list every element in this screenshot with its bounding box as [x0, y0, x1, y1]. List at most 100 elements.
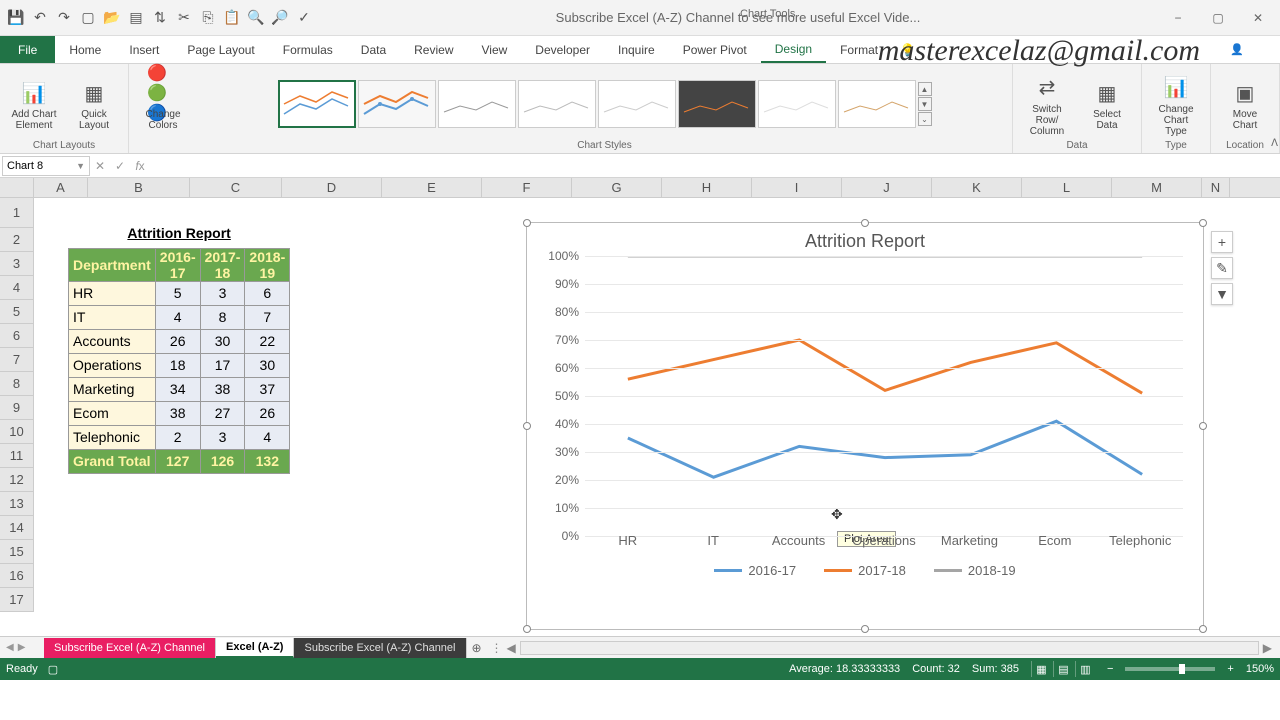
chart-style-1[interactable]: [278, 80, 356, 128]
column-header-A[interactable]: A: [34, 178, 88, 197]
column-header-N[interactable]: N: [1202, 178, 1230, 197]
row-header-11[interactable]: 11: [0, 444, 33, 468]
cut-icon[interactable]: ✂: [176, 10, 192, 26]
sheet-tab-3[interactable]: Subscribe Excel (A-Z) Channel: [294, 638, 466, 658]
chart-style-4[interactable]: [518, 80, 596, 128]
change-chart-type-button[interactable]: 📊 Change Chart Type: [1148, 70, 1204, 139]
column-header-F[interactable]: F: [482, 178, 572, 197]
row-header-2[interactable]: 2: [0, 228, 33, 252]
select-all-button[interactable]: [0, 178, 34, 197]
chart-plus-button[interactable]: +: [1211, 231, 1233, 253]
minimize-button[interactable]: −: [1160, 6, 1196, 30]
zoom-thumb[interactable]: [1179, 664, 1185, 674]
plot-area[interactable]: 0%10%20%30%40%50%60%70%80%90%100% ✥ Plot…: [585, 256, 1183, 536]
redo-icon[interactable]: ↷: [56, 10, 72, 26]
legend-item[interactable]: 2017-18: [824, 563, 906, 578]
name-box[interactable]: Chart 8 ▼: [2, 156, 90, 176]
sheet-nav[interactable]: ◀▶: [0, 642, 44, 653]
quick-layout-button[interactable]: ▦ Quick Layout: [66, 75, 122, 133]
scroll-left-icon[interactable]: ◀: [503, 641, 520, 655]
expand-icon[interactable]: ⌄: [918, 112, 932, 126]
tab-format[interactable]: Format: [826, 36, 892, 63]
accept-icon[interactable]: ✓: [110, 159, 130, 173]
page-layout-icon[interactable]: ▤: [1053, 661, 1073, 677]
tab-inquire[interactable]: Inquire: [604, 36, 669, 63]
row-header-6[interactable]: 6: [0, 324, 33, 348]
row-header-5[interactable]: 5: [0, 300, 33, 324]
zoom-level[interactable]: 150%: [1246, 663, 1274, 675]
scroll-track[interactable]: [520, 641, 1259, 655]
resize-handle[interactable]: [523, 219, 531, 227]
collapse-ribbon-icon[interactable]: ᐱ: [1271, 138, 1278, 149]
chart-title[interactable]: Attrition Report: [527, 223, 1203, 256]
sheet-tab-2[interactable]: Excel (A-Z): [216, 638, 294, 658]
tab-home[interactable]: Home: [55, 36, 115, 63]
column-header-D[interactable]: D: [282, 178, 382, 197]
macro-record-icon[interactable]: ▢: [48, 663, 58, 676]
arrow-up-icon[interactable]: ▲: [918, 82, 932, 96]
column-header-K[interactable]: K: [932, 178, 1022, 197]
undo-icon[interactable]: ↶: [32, 10, 48, 26]
row-header-17[interactable]: 17: [0, 588, 33, 612]
resize-handle[interactable]: [1199, 625, 1207, 633]
chart-style-6[interactable]: [678, 80, 756, 128]
prev-sheet-icon[interactable]: ◀: [6, 642, 14, 653]
tab-data[interactable]: Data: [347, 36, 400, 63]
add-chart-element-button[interactable]: 📊 Add Chart Element: [6, 75, 62, 133]
chart-legend[interactable]: 2016-17 2017-18 2018-19: [527, 563, 1203, 578]
row-header-13[interactable]: 13: [0, 492, 33, 516]
row-header-12[interactable]: 12: [0, 468, 33, 492]
fx-icon[interactable]: fx: [130, 159, 150, 173]
save-icon[interactable]: 💾: [8, 10, 24, 26]
chart-style-5[interactable]: [598, 80, 676, 128]
cancel-icon[interactable]: ✕: [90, 159, 110, 173]
paste-icon[interactable]: 📋: [224, 10, 240, 26]
scroll-right-icon[interactable]: ▶: [1259, 641, 1276, 655]
chart-object[interactable]: + ✎ ▼ Attrition Report 0%10%20%30%40%50%…: [526, 222, 1204, 630]
tab-insert[interactable]: Insert: [115, 36, 173, 63]
dropdown-icon[interactable]: ▼: [76, 161, 85, 171]
formula-input[interactable]: [150, 156, 1280, 176]
zoom-out-button[interactable]: −: [1107, 663, 1113, 675]
switch-row-column-button[interactable]: ⇄ Switch Row/ Column: [1019, 70, 1075, 139]
legend-item[interactable]: 2016-17: [714, 563, 796, 578]
tab-design[interactable]: Design: [761, 36, 826, 63]
legend-item[interactable]: 2018-19: [934, 563, 1016, 578]
page-break-icon[interactable]: ▥: [1075, 661, 1095, 677]
column-header-J[interactable]: J: [842, 178, 932, 197]
zoom-in-icon[interactable]: 🔍: [248, 10, 264, 26]
arrow-down-icon[interactable]: ▼: [918, 97, 932, 111]
resize-handle[interactable]: [523, 625, 531, 633]
open-icon[interactable]: 📂: [104, 10, 120, 26]
column-header-I[interactable]: I: [752, 178, 842, 197]
move-chart-button[interactable]: ▣ Move Chart: [1217, 75, 1273, 133]
row-header-15[interactable]: 15: [0, 540, 33, 564]
resize-handle[interactable]: [523, 422, 531, 430]
column-header-E[interactable]: E: [382, 178, 482, 197]
zoom-in-button[interactable]: +: [1227, 663, 1233, 675]
column-header-H[interactable]: H: [662, 178, 752, 197]
new-icon[interactable]: ▢: [80, 10, 96, 26]
column-header-B[interactable]: B: [88, 178, 190, 197]
normal-view-icon[interactable]: ▦: [1031, 661, 1051, 677]
add-sheet-button[interactable]: ⊕: [467, 641, 487, 655]
row-header-1[interactable]: 1: [0, 198, 33, 228]
change-colors-button[interactable]: 🔴🟢🔵 Change Colors: [135, 75, 191, 133]
tab-formulas[interactable]: Formulas: [269, 36, 347, 63]
sort-asc-icon[interactable]: ⇅: [152, 10, 168, 26]
tab-review[interactable]: Review: [400, 36, 467, 63]
tab-file[interactable]: File: [0, 36, 55, 63]
column-header-L[interactable]: L: [1022, 178, 1112, 197]
tab-power-pivot[interactable]: Power Pivot: [669, 36, 761, 63]
resize-handle[interactable]: [1199, 219, 1207, 227]
chart-style-2[interactable]: [358, 80, 436, 128]
chart-style-3[interactable]: [438, 80, 516, 128]
column-header-C[interactable]: C: [190, 178, 282, 197]
resize-handle[interactable]: [861, 625, 869, 633]
style-gallery-arrows[interactable]: ▲▼⌄: [918, 82, 932, 126]
row-header-9[interactable]: 9: [0, 396, 33, 420]
print-preview-icon[interactable]: ▤: [128, 10, 144, 26]
row-header-10[interactable]: 10: [0, 420, 33, 444]
tab-page-layout[interactable]: Page Layout: [173, 36, 268, 63]
tab-view[interactable]: View: [468, 36, 522, 63]
